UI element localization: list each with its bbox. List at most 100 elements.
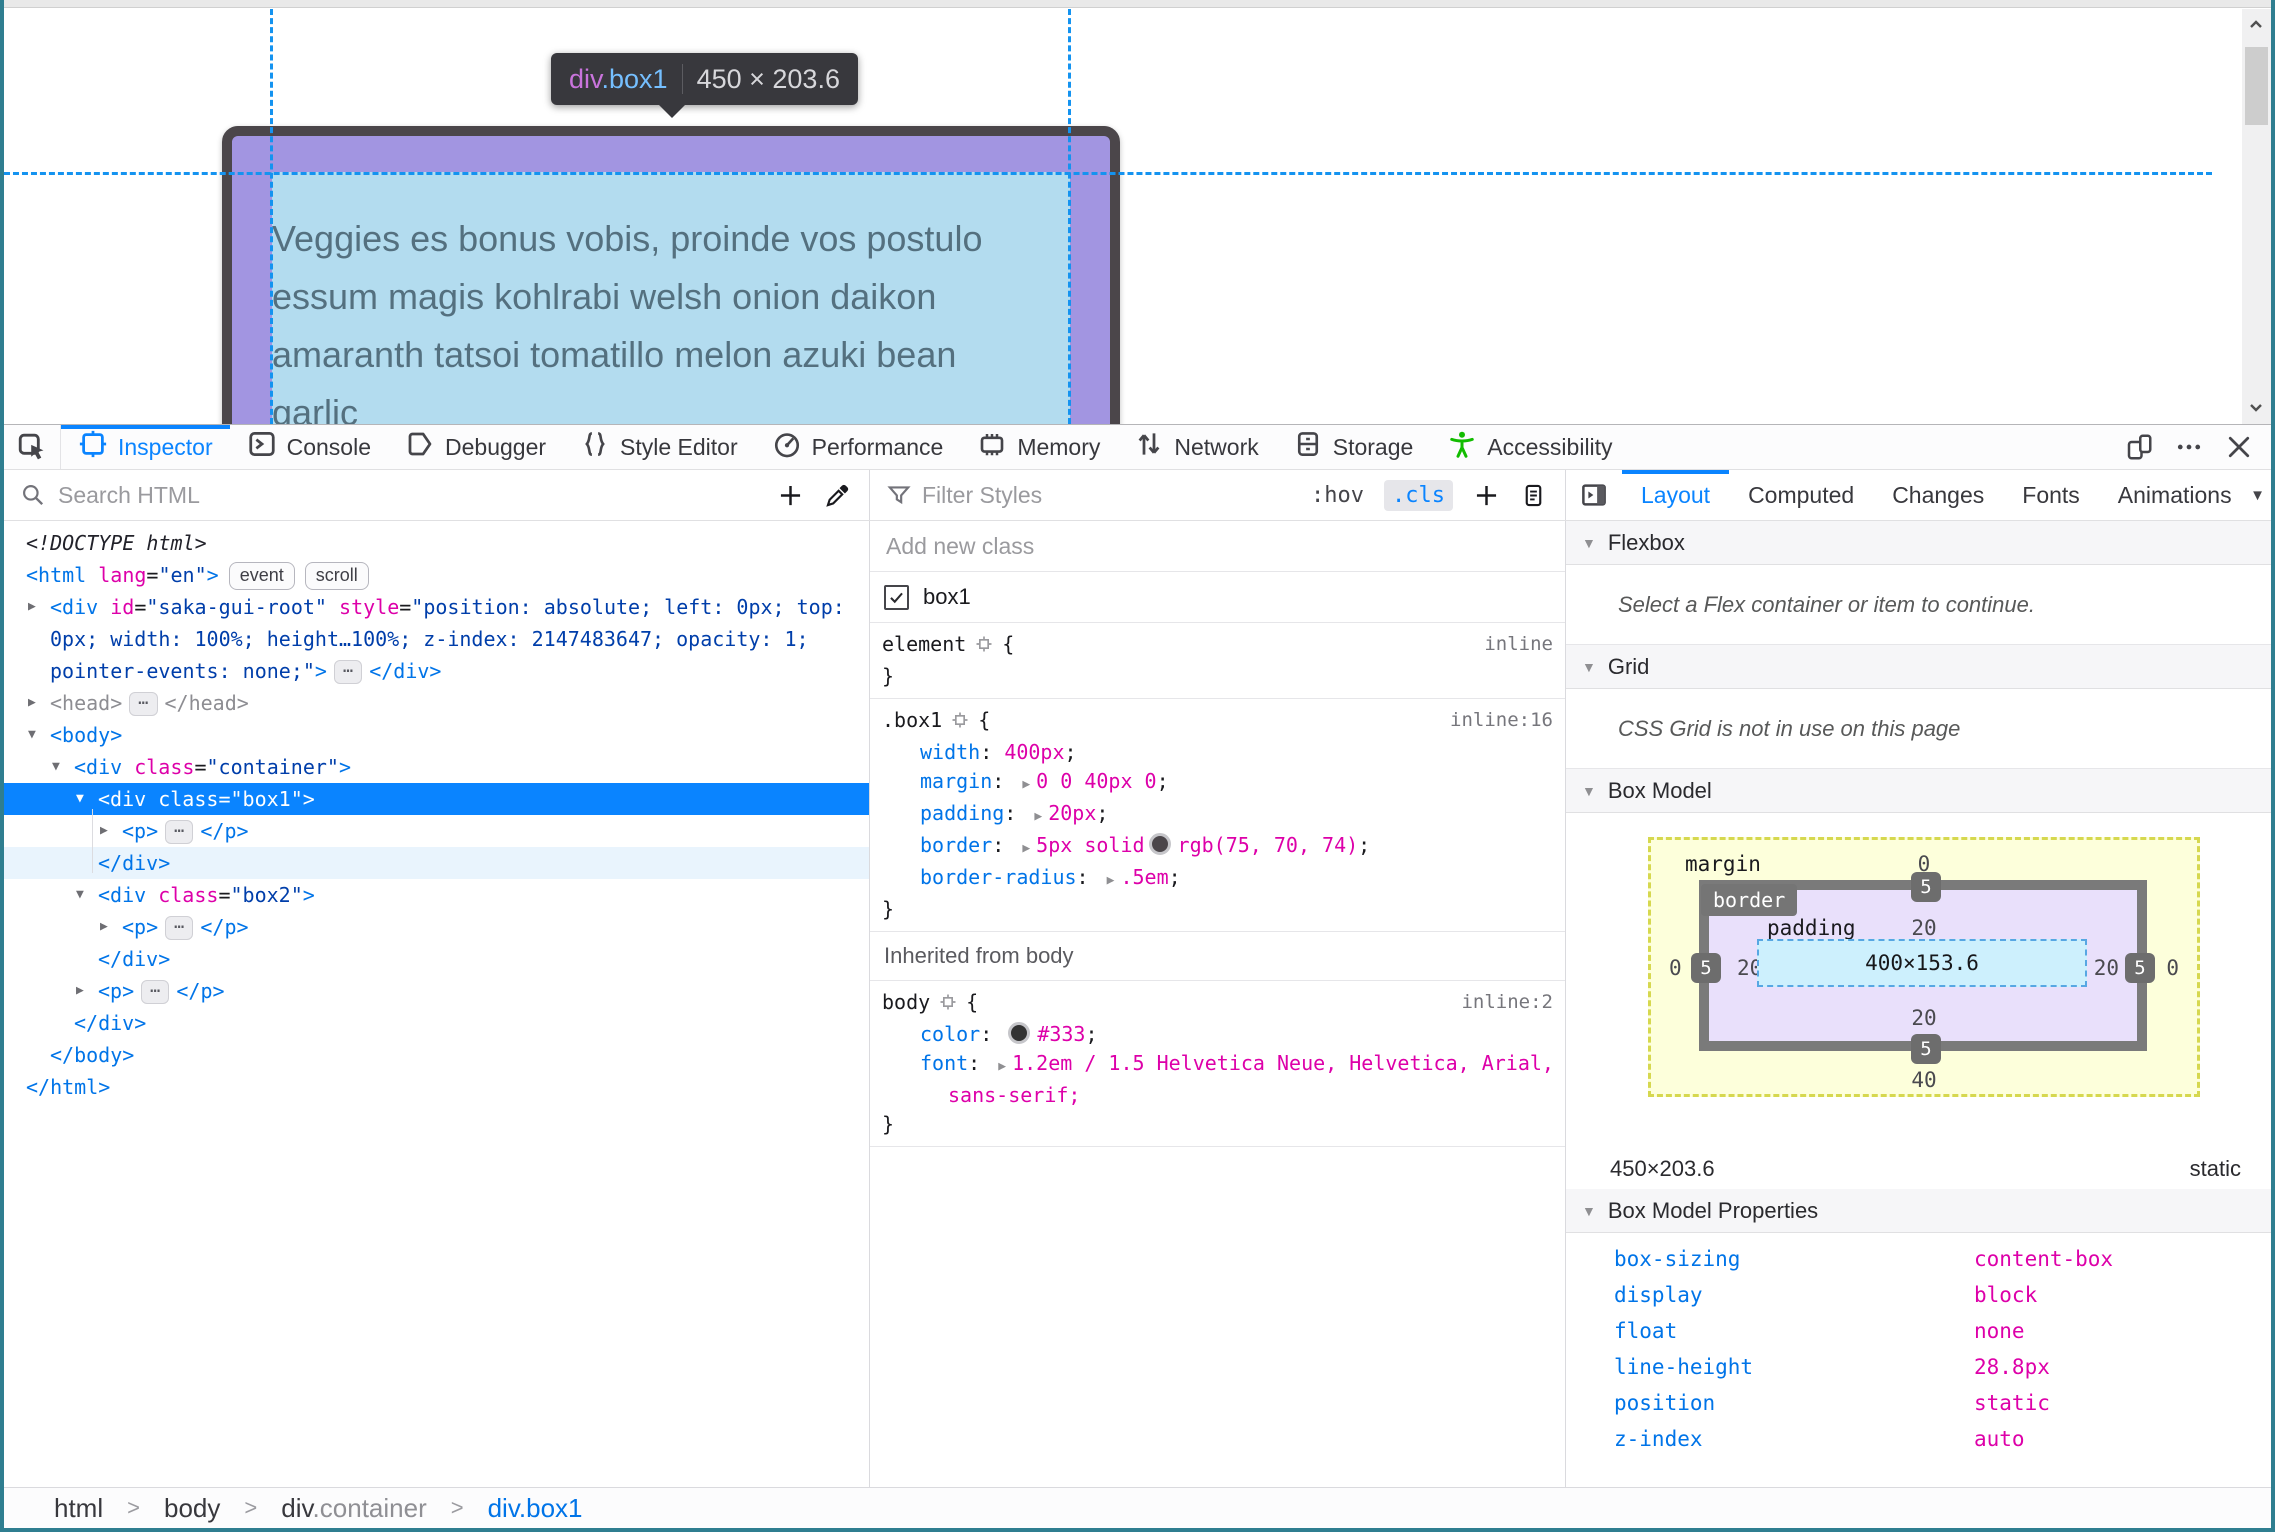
tab-performance[interactable]: Performance (755, 425, 961, 469)
rule-source-link[interactable]: inline:16 (1450, 706, 1553, 735)
event-badge[interactable]: scroll (304, 562, 369, 590)
markup-row[interactable]: </body> (4, 1039, 869, 1071)
css-declaration[interactable]: border: ▶ 5px solid rgb(75, 70, 74); (870, 831, 1565, 863)
markup-row[interactable]: ▼ <div class="box2"> (4, 879, 869, 911)
sidebar-tab-computed[interactable]: Computed (1729, 470, 1873, 520)
breadcrumb-item-body[interactable]: body (164, 1493, 220, 1524)
markup-row[interactable]: </div> (4, 847, 869, 879)
property-name[interactable]: width (920, 740, 980, 764)
page-scrollbar-thumb[interactable] (2245, 47, 2268, 125)
rule-source-link[interactable]: inline:2 (1461, 988, 1553, 1017)
inline-text-ellipsis-button[interactable]: ⋯ (333, 660, 363, 684)
markup-row[interactable]: <!DOCTYPE html> (4, 527, 869, 559)
toggle-classes-button[interactable]: .cls (1384, 479, 1453, 511)
scroll-up-icon[interactable] (2248, 17, 2264, 33)
markup-row[interactable]: ▶ <head> ⋯ </head> (4, 687, 869, 719)
sidebar-tab-changes[interactable]: Changes (1873, 470, 2003, 520)
tab-inspector[interactable]: Inspector (61, 425, 230, 469)
markup-row[interactable]: ▼ <div class="container"> (4, 751, 869, 783)
markup-row[interactable]: ▶ <p> ⋯ </p> (4, 975, 869, 1007)
property-name[interactable]: border-radius (920, 865, 1077, 889)
grid-section-header[interactable]: ▼ Grid (1566, 645, 2271, 689)
twisty-collapsed-icon[interactable]: ▶ (100, 911, 108, 943)
property-name[interactable]: border (920, 833, 992, 857)
property-value[interactable]: 0 0 40px 0 (1036, 769, 1156, 793)
breadcrumb-item-div-container[interactable]: div.container (281, 1493, 427, 1524)
padding-right-value[interactable]: 20 (2094, 956, 2119, 980)
close-devtools-button[interactable] (2217, 427, 2261, 467)
box-model-margin-box[interactable]: margin 0 0 0 40 border 5 5 5 5 padding 2… (1648, 837, 2200, 1097)
selector-highlighter-icon[interactable] (938, 991, 958, 1020)
markup-search-bar[interactable]: Search HTML (4, 470, 870, 520)
border-left-value[interactable]: 5 (1691, 953, 1721, 983)
property-value[interactable]: 20px (1048, 801, 1096, 825)
padding-bottom-value[interactable]: 20 (1651, 1006, 2197, 1030)
eyedropper-icon[interactable] (824, 482, 851, 509)
meatball-menu-button[interactable] (2167, 427, 2211, 467)
inline-text-ellipsis-button[interactable]: ⋯ (165, 916, 194, 940)
markup-row[interactable]: </div> (4, 1007, 869, 1039)
markup-row[interactable]: </div> (4, 943, 869, 975)
css-declaration[interactable]: color: #333; (870, 1020, 1565, 1049)
selector-highlighter-icon[interactable] (950, 709, 970, 738)
breadcrumb-item-div-box1[interactable]: div.box1 (488, 1493, 583, 1524)
print-media-simulation-icon[interactable] (1520, 482, 1547, 509)
rule-selector[interactable]: .box1 (882, 708, 942, 732)
tab-storage[interactable]: Storage (1276, 425, 1431, 469)
markup-row[interactable]: ▶ <p> ⋯ </p> (4, 815, 869, 847)
breadcrumb-item-html[interactable]: html (54, 1493, 103, 1524)
markup-row[interactable]: 0px; width: 100%; height…100%; z-index: … (4, 623, 869, 655)
margin-bottom-value[interactable]: 40 (1651, 1068, 2197, 1092)
twisty-expanded-icon[interactable]: ▼ (76, 879, 84, 911)
tab-network[interactable]: Network (1117, 425, 1275, 469)
property-value[interactable]: .5em (1120, 865, 1168, 889)
class-checkbox[interactable] (884, 584, 909, 610)
event-badge[interactable]: event (228, 562, 295, 590)
property-value[interactable]: #333 (1037, 1022, 1085, 1046)
twisty-collapsed-icon[interactable]: ▶ (76, 975, 84, 1007)
boxmodel-section-header[interactable]: ▼ Box Model (1566, 769, 2271, 813)
margin-left-value[interactable]: 0 (1669, 956, 1682, 980)
rule-selector[interactable]: element (882, 632, 966, 656)
expander-icon[interactable]: ▶ (1022, 841, 1030, 856)
css-declaration[interactable]: margin: ▶ 0 0 40px 0; (870, 767, 1565, 799)
sidebar-tab-fonts[interactable]: Fonts (2003, 470, 2099, 520)
markup-row[interactable]: ▼ <body> (4, 719, 869, 751)
responsive-design-mode-button[interactable] (2117, 427, 2161, 467)
node-picker-button[interactable] (4, 425, 61, 469)
selector-highlighter-icon[interactable] (974, 633, 994, 662)
color-swatch[interactable] (1008, 1022, 1031, 1044)
property-name[interactable]: color (920, 1022, 980, 1046)
twisty-collapsed-icon[interactable]: ▶ (28, 687, 36, 719)
property-name[interactable]: font (920, 1051, 968, 1075)
twisty-expanded-icon[interactable]: ▼ (76, 783, 84, 815)
twisty-collapsed-icon[interactable]: ▶ (28, 591, 36, 623)
tab-memory[interactable]: Memory (960, 425, 1117, 469)
expander-icon[interactable]: ▶ (1034, 809, 1042, 824)
tab-debugger[interactable]: Debugger (388, 425, 563, 469)
rule-source-link[interactable]: inline (1484, 630, 1553, 659)
all-tabs-chevron-icon[interactable]: ▼ (2246, 470, 2265, 520)
property-name[interactable]: margin (920, 769, 992, 793)
create-node-plus-icon[interactable] (777, 482, 804, 509)
margin-right-value[interactable]: 0 (2166, 956, 2179, 980)
rule-selector[interactable]: body (882, 990, 930, 1014)
add-rule-plus-icon[interactable] (1473, 482, 1500, 509)
inline-text-ellipsis-button[interactable]: ⋯ (129, 692, 158, 716)
twisty-collapsed-icon[interactable]: ▶ (100, 815, 108, 847)
css-declaration[interactable]: width: 400px; (870, 738, 1565, 767)
property-name[interactable]: padding (920, 801, 1004, 825)
property-value[interactable]: 5px solid (1036, 833, 1144, 857)
box-model-content-box[interactable]: 400×153.6 (1757, 939, 2087, 987)
sidebar-tab-layout[interactable]: Layout (1622, 470, 1730, 520)
property-value[interactable]: rgb(75, 70, 74) (1178, 833, 1359, 857)
css-declaration[interactable]: font: ▶ 1.2em / 1.5 Helvetica Neue, Helve… (870, 1049, 1565, 1081)
expander-icon[interactable]: ▶ (1022, 777, 1030, 792)
filter-styles-bar[interactable]: Filter Styles :hov .cls (870, 470, 1566, 520)
markup-row-selected[interactable]: ▼ <div class="box1"> (4, 783, 869, 815)
markup-row[interactable]: ▶ <div id="saka-gui-root" style="position… (4, 591, 869, 623)
markup-row[interactable]: <html lang="en"> event scroll (4, 559, 869, 591)
css-declaration[interactable]: border-radius: ▶ .5em; (870, 863, 1565, 895)
flexbox-section-header[interactable]: ▼ Flexbox (1566, 521, 2271, 565)
tab-accessibility[interactable]: Accessibility (1430, 425, 1629, 469)
